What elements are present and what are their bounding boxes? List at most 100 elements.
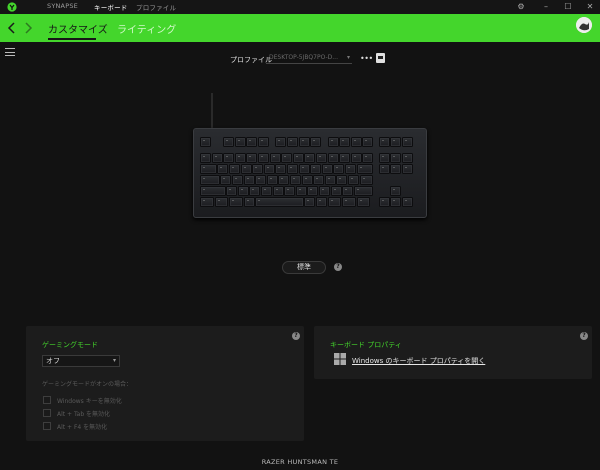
top-tab-synapse[interactable]: SYNAPSE	[47, 2, 78, 10]
disable-alt-f4-checkbox[interactable]	[43, 422, 51, 430]
keyboard-key[interactable]	[321, 164, 333, 174]
keyboard-key[interactable]	[223, 137, 235, 147]
keyboard-key[interactable]	[304, 197, 316, 207]
keyboard-key[interactable]	[223, 153, 235, 163]
keyboard-key[interactable]	[243, 175, 255, 185]
keyboard-key[interactable]	[307, 186, 319, 196]
keyboard-properties-help-icon[interactable]: ?	[580, 332, 588, 340]
keyboard-key[interactable]	[217, 164, 229, 174]
keyboard-key[interactable]	[359, 175, 374, 185]
keyboard-key[interactable]	[350, 153, 362, 163]
keyboard-key[interactable]	[390, 153, 402, 163]
keyboard-key[interactable]	[200, 197, 214, 207]
keyboard-key[interactable]	[327, 153, 339, 163]
settings-icon[interactable]: ⚙	[515, 1, 527, 13]
keyboard-key[interactable]	[246, 137, 258, 147]
keyboard-key[interactable]	[214, 197, 229, 207]
avatar[interactable]	[576, 17, 592, 33]
minimize-icon[interactable]: –	[540, 1, 552, 13]
keyboard-key[interactable]	[347, 175, 359, 185]
keyboard-key[interactable]	[390, 164, 402, 174]
keyboard-key[interactable]	[310, 164, 322, 174]
maximize-icon[interactable]: ☐	[562, 1, 574, 13]
gaming-mode-dropdown[interactable]: オフ ▾	[42, 355, 120, 367]
keyboard-key[interactable]	[336, 175, 348, 185]
keyboard-key[interactable]	[243, 197, 255, 207]
keyboard-key[interactable]	[401, 153, 413, 163]
keyboard-key[interactable]	[258, 153, 269, 163]
tab-lighting[interactable]: ライティング	[117, 21, 176, 36]
keyboard-key[interactable]	[266, 175, 278, 185]
keyboard-key[interactable]	[304, 153, 316, 163]
keyboard-key[interactable]	[211, 153, 223, 163]
keyboard-key[interactable]	[401, 137, 413, 147]
back-arrow-icon[interactable]	[6, 20, 18, 36]
keyboard-key[interactable]	[401, 164, 413, 174]
keyboard-key[interactable]	[342, 197, 356, 207]
help-icon[interactable]: ?	[334, 263, 342, 271]
keyboard-key[interactable]	[313, 175, 325, 185]
keyboard-key[interactable]	[263, 164, 275, 174]
keyboard-key[interactable]	[378, 164, 390, 174]
keyboard-key[interactable]	[200, 153, 211, 163]
keyboard-key[interactable]	[318, 186, 330, 196]
keyboard-key[interactable]	[378, 197, 390, 207]
keyboard-key[interactable]	[339, 153, 351, 163]
keyboard-key[interactable]	[327, 197, 342, 207]
keyboard-key[interactable]	[316, 153, 327, 163]
keyboard-key[interactable]	[378, 153, 390, 163]
keyboard-key[interactable]	[301, 175, 313, 185]
keyboard-key[interactable]	[252, 164, 264, 174]
keyboard-key[interactable]	[275, 164, 287, 174]
keyboard-key[interactable]	[378, 137, 390, 147]
keyboard-key[interactable]	[390, 197, 402, 207]
keyboard-key[interactable]	[200, 175, 220, 185]
keyboard-key[interactable]	[234, 137, 246, 147]
keyboard-key[interactable]	[200, 186, 226, 196]
profile-dropdown[interactable]: DESKTOP-5JBQ7PO-D... ▾	[266, 53, 352, 64]
keyboard-key[interactable]	[258, 137, 269, 147]
keyboard-key[interactable]	[298, 137, 310, 147]
keyboard-key[interactable]	[249, 186, 261, 196]
close-icon[interactable]: ✕	[584, 1, 596, 13]
top-tab-profiles[interactable]: プロファイル	[136, 2, 176, 12]
keyboard-key[interactable]	[246, 153, 258, 163]
keyboard-key[interactable]	[237, 186, 249, 196]
keyboard-key[interactable]	[220, 175, 232, 185]
keyboard-key[interactable]	[231, 175, 243, 185]
keyboard-key[interactable]	[345, 164, 356, 174]
keyboard-key[interactable]	[287, 164, 298, 174]
keyboard-key[interactable]	[260, 186, 272, 196]
keyboard-key[interactable]	[255, 197, 304, 207]
open-keyboard-properties-link[interactable]: Windows のキーボード プロパティを開く	[352, 356, 485, 366]
keyboard-key[interactable]	[275, 137, 287, 147]
keyboard-key[interactable]	[229, 164, 240, 174]
keyboard-key[interactable]	[226, 186, 238, 196]
keyboard-key[interactable]	[295, 186, 307, 196]
keyboard-key[interactable]	[390, 186, 402, 196]
keyboard-key[interactable]	[316, 197, 327, 207]
keyboard-key[interactable]	[350, 137, 362, 147]
keyboard-key[interactable]	[287, 137, 298, 147]
keyboard-key[interactable]	[401, 197, 413, 207]
menu-icon[interactable]	[5, 48, 15, 56]
keyboard-key[interactable]	[278, 175, 290, 185]
keyboard-key[interactable]	[342, 186, 354, 196]
keyboard-key[interactable]	[234, 153, 246, 163]
keyboard-key[interactable]	[339, 137, 351, 147]
standard-button[interactable]: 標準	[282, 261, 326, 274]
keyboard-key[interactable]	[289, 175, 301, 185]
keyboard-key[interactable]	[324, 175, 336, 185]
keyboard-key[interactable]	[310, 137, 322, 147]
keyboard-key[interactable]	[272, 186, 284, 196]
keyboard-key[interactable]	[269, 153, 281, 163]
disable-windows-key-checkbox[interactable]	[43, 396, 51, 404]
keyboard-key[interactable]	[240, 164, 252, 174]
tab-customize[interactable]: カスタマイズ	[48, 21, 108, 36]
disable-alt-tab-checkbox[interactable]	[43, 409, 51, 417]
keyboard-key[interactable]	[200, 137, 211, 147]
keyboard-key[interactable]	[353, 186, 374, 196]
keyboard-key[interactable]	[327, 137, 339, 147]
keyboard-key[interactable]	[284, 186, 296, 196]
keyboard-key[interactable]	[229, 197, 243, 207]
